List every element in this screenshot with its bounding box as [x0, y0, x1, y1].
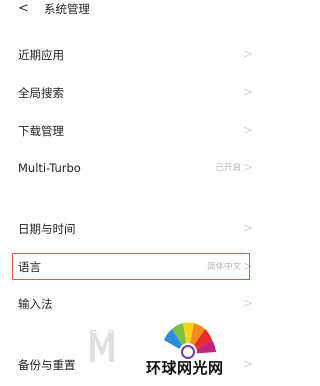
- settings-item-global-search[interactable]: 全局搜索 >: [0, 80, 265, 106]
- chevron-right-icon: >: [242, 357, 253, 371]
- settings-item-label: 输入法: [18, 297, 53, 311]
- chevron-left-icon[interactable]: <: [18, 0, 34, 18]
- chevron-right-icon: >: [242, 160, 253, 174]
- top-bar: < 系统管理: [0, 0, 265, 22]
- chevron-right-icon: >: [242, 296, 253, 310]
- chevron-right-icon: >: [242, 47, 253, 61]
- chevron-right-icon: >: [242, 221, 253, 235]
- watermark-text: 环球网光网: [146, 359, 224, 377]
- settings-item-value: 已开启: [215, 163, 241, 173]
- settings-item-label: 全局搜索: [18, 86, 64, 100]
- chevron-right-icon: >: [242, 123, 253, 137]
- page-title: 系统管理: [44, 2, 90, 16]
- chevron-right-icon: >: [242, 85, 253, 99]
- settings-item-backup-reset[interactable]: 备份与重置 >: [0, 352, 265, 378]
- settings-item-download-manager[interactable]: 下载管理 >: [0, 118, 265, 144]
- settings-item-label: 备份与重置: [18, 358, 76, 372]
- settings-item-input-method[interactable]: 输入法 >: [0, 291, 265, 317]
- settings-item-label: 日期与时间: [18, 222, 76, 236]
- settings-item-date-time[interactable]: 日期与时间 >: [0, 216, 265, 242]
- highlight-box: [12, 253, 250, 280]
- settings-item-recent-apps[interactable]: 近期应用 >: [0, 42, 265, 68]
- settings-item-multi-turbo[interactable]: Multi-Turbo 已开启 >: [0, 155, 265, 181]
- watermark-fan-logo: [164, 322, 216, 360]
- settings-item-label: 近期应用: [18, 48, 64, 62]
- watermark-m-logo: [90, 330, 114, 362]
- settings-item-label: Multi-Turbo: [18, 161, 81, 175]
- settings-item-label: 下载管理: [18, 124, 64, 138]
